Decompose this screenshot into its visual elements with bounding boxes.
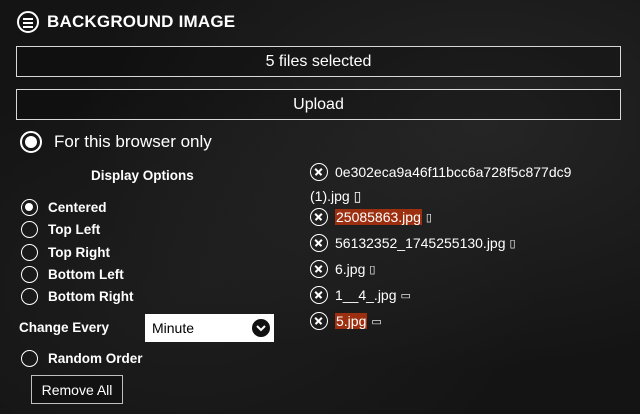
radio-selected-icon[interactable] (21, 199, 38, 216)
option-label: Centered (48, 200, 107, 215)
radio-icon[interactable] (21, 350, 38, 367)
file-name: 56132352_1745255130.jpg (335, 235, 506, 251)
file-glyph: ▯ (425, 211, 432, 224)
file-name: 0e302eca9a46f11bcc6a728f5c877dc9 (335, 164, 572, 180)
change-every-select[interactable]: Minute (145, 314, 274, 342)
radio-selected-icon[interactable] (20, 131, 42, 153)
option-label: Top Right (48, 245, 110, 260)
remove-file-icon[interactable] (310, 208, 328, 226)
file-name: 25085863.jpg (335, 209, 422, 225)
file-item: 25085863.jpg ▯ (310, 208, 432, 226)
option-label: Bottom Left (48, 267, 124, 282)
choose-files-button[interactable]: 5 files selected (16, 46, 621, 77)
option-bottom-right[interactable]: Bottom Right (21, 288, 133, 305)
file-glyph: ▭ (371, 315, 382, 328)
display-options-title: Display Options (91, 168, 194, 183)
radio-icon[interactable] (21, 266, 38, 283)
remove-file-icon[interactable] (310, 234, 328, 252)
remove-file-icon[interactable] (310, 260, 328, 278)
file-item: 0e302eca9a46f11bcc6a728f5c877dc9 (310, 163, 571, 181)
file-item: 1__4_.jpg ▭ (310, 286, 411, 304)
upload-button[interactable]: Upload (16, 89, 621, 120)
remove-file-icon[interactable] (310, 312, 328, 330)
option-bottom-left[interactable]: Bottom Left (21, 266, 124, 283)
panel-header: BACKGROUND IMAGE (17, 9, 235, 35)
browser-only-label: For this browser only (54, 132, 212, 151)
change-every-value: Minute (152, 320, 195, 336)
panel-title: BACKGROUND IMAGE (47, 12, 236, 31)
file-glyph: ▭ (400, 289, 411, 302)
file-name-continuation: (1).jpg ▯ (310, 188, 362, 204)
remove-file-icon[interactable] (310, 286, 328, 304)
file-item: 5.jpg ▭ (310, 312, 382, 330)
file-name: 5.jpg (335, 313, 368, 329)
file-item: 56132352_1745255130.jpg ▯ (310, 234, 516, 252)
option-label: Bottom Right (48, 289, 134, 304)
remove-all-button[interactable]: Remove All (31, 375, 123, 404)
option-top-left[interactable]: Top Left (21, 221, 100, 238)
radio-icon[interactable] (21, 288, 38, 305)
option-top-right[interactable]: Top Right (21, 244, 110, 261)
remove-file-icon[interactable] (310, 163, 328, 181)
file-glyph: ▯ (369, 263, 376, 276)
random-order-radio[interactable]: Random Order (21, 350, 143, 367)
option-label: Top Left (48, 222, 101, 237)
file-name: 6.jpg (335, 261, 366, 277)
chevron-down-icon[interactable] (252, 319, 270, 337)
menu-icon[interactable] (17, 11, 39, 33)
option-centered[interactable]: Centered (21, 199, 107, 216)
file-item: 6.jpg ▯ (310, 260, 375, 278)
random-order-label: Random Order (48, 351, 143, 366)
file-glyph: ▯ (509, 237, 516, 250)
change-every-label: Change Every (19, 320, 110, 335)
file-name: 1__4_.jpg (335, 287, 397, 303)
radio-icon[interactable] (21, 244, 38, 261)
browser-only-radio[interactable]: For this browser only (20, 131, 212, 153)
radio-icon[interactable] (21, 221, 38, 238)
